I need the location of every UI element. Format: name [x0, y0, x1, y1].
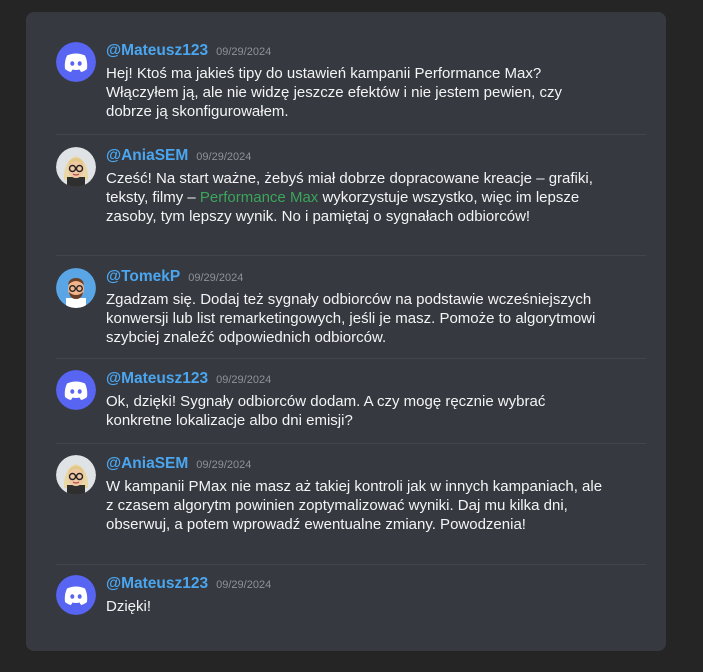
message-text: Hej! Ktoś ma jakieś tipy do ustawień kam…	[106, 65, 563, 120]
message-divider	[56, 134, 646, 135]
discord-logo-icon[interactable]	[56, 370, 96, 410]
man-avatar-icon[interactable]	[56, 268, 96, 308]
message-text: W kampanii PMax nie masz aż takiej kontr…	[106, 478, 603, 533]
message-header: @Mateusz123 09/29/2024	[106, 575, 271, 593]
woman-avatar-icon[interactable]	[56, 147, 96, 187]
message-header: @TomekP 09/29/2024	[106, 268, 243, 286]
chat-panel: @Mateusz123 09/29/2024 Hej! Ktoś ma jakie…	[26, 12, 666, 651]
username[interactable]: @AniaSEM	[106, 455, 188, 472]
username[interactable]: @Mateusz123	[106, 575, 208, 592]
chat-message: @TomekP 09/29/2024 Zgadzam się. Dodaj też…	[56, 268, 646, 348]
discord-logo-icon[interactable]	[56, 575, 96, 615]
chat-message: @Mateusz123 09/29/2024 Hej! Ktoś ma jakie…	[56, 42, 646, 122]
message-header: @Mateusz123 09/29/2024	[106, 370, 271, 388]
timestamp: 09/29/2024	[216, 46, 272, 58]
username[interactable]: @TomekP	[106, 268, 180, 285]
chat-message: @AniaSEM 09/29/2024 Cześć! Na start ważne…	[56, 147, 646, 247]
message-divider	[56, 358, 646, 359]
woman-avatar-icon[interactable]	[56, 455, 96, 495]
message-divider	[56, 255, 646, 256]
message-text: Ok, dzięki! Sygnały odbiorców dodam. A c…	[106, 393, 546, 429]
discord-logo-icon[interactable]	[56, 42, 96, 82]
username[interactable]: @Mateusz123	[106, 42, 208, 59]
message-header: @AniaSEM 09/29/2024	[106, 147, 251, 165]
username[interactable]: @AniaSEM	[106, 147, 188, 164]
chat-message: @Mateusz123 09/29/2024 Dzięki!	[56, 575, 646, 620]
message-text: Cześć! Na start ważne, żebyś miał dobrze…	[106, 169, 606, 226]
timestamp: 09/29/2024	[216, 374, 272, 386]
message-divider	[56, 443, 646, 444]
timestamp: 09/29/2024	[196, 459, 252, 471]
message-header: @AniaSEM 09/29/2024	[106, 455, 251, 473]
message-text: Dzięki!	[106, 598, 152, 615]
chat-message: @Mateusz123 09/29/2024 Ok, dzięki! Sygnał…	[56, 370, 646, 430]
username[interactable]: @Mateusz123	[106, 370, 208, 387]
timestamp: 09/29/2024	[196, 151, 252, 163]
message-divider	[56, 564, 646, 565]
chat-message: @AniaSEM 09/29/2024 W kampanii PMax nie m…	[56, 455, 646, 555]
highlighted-keyword: Performance Max	[199, 189, 319, 206]
timestamp: 09/29/2024	[188, 272, 244, 284]
timestamp: 09/29/2024	[216, 579, 272, 591]
message-text: Zgadzam się. Dodaj też sygnały odbiorców…	[106, 291, 596, 346]
message-header: @Mateusz123 09/29/2024	[106, 42, 271, 60]
